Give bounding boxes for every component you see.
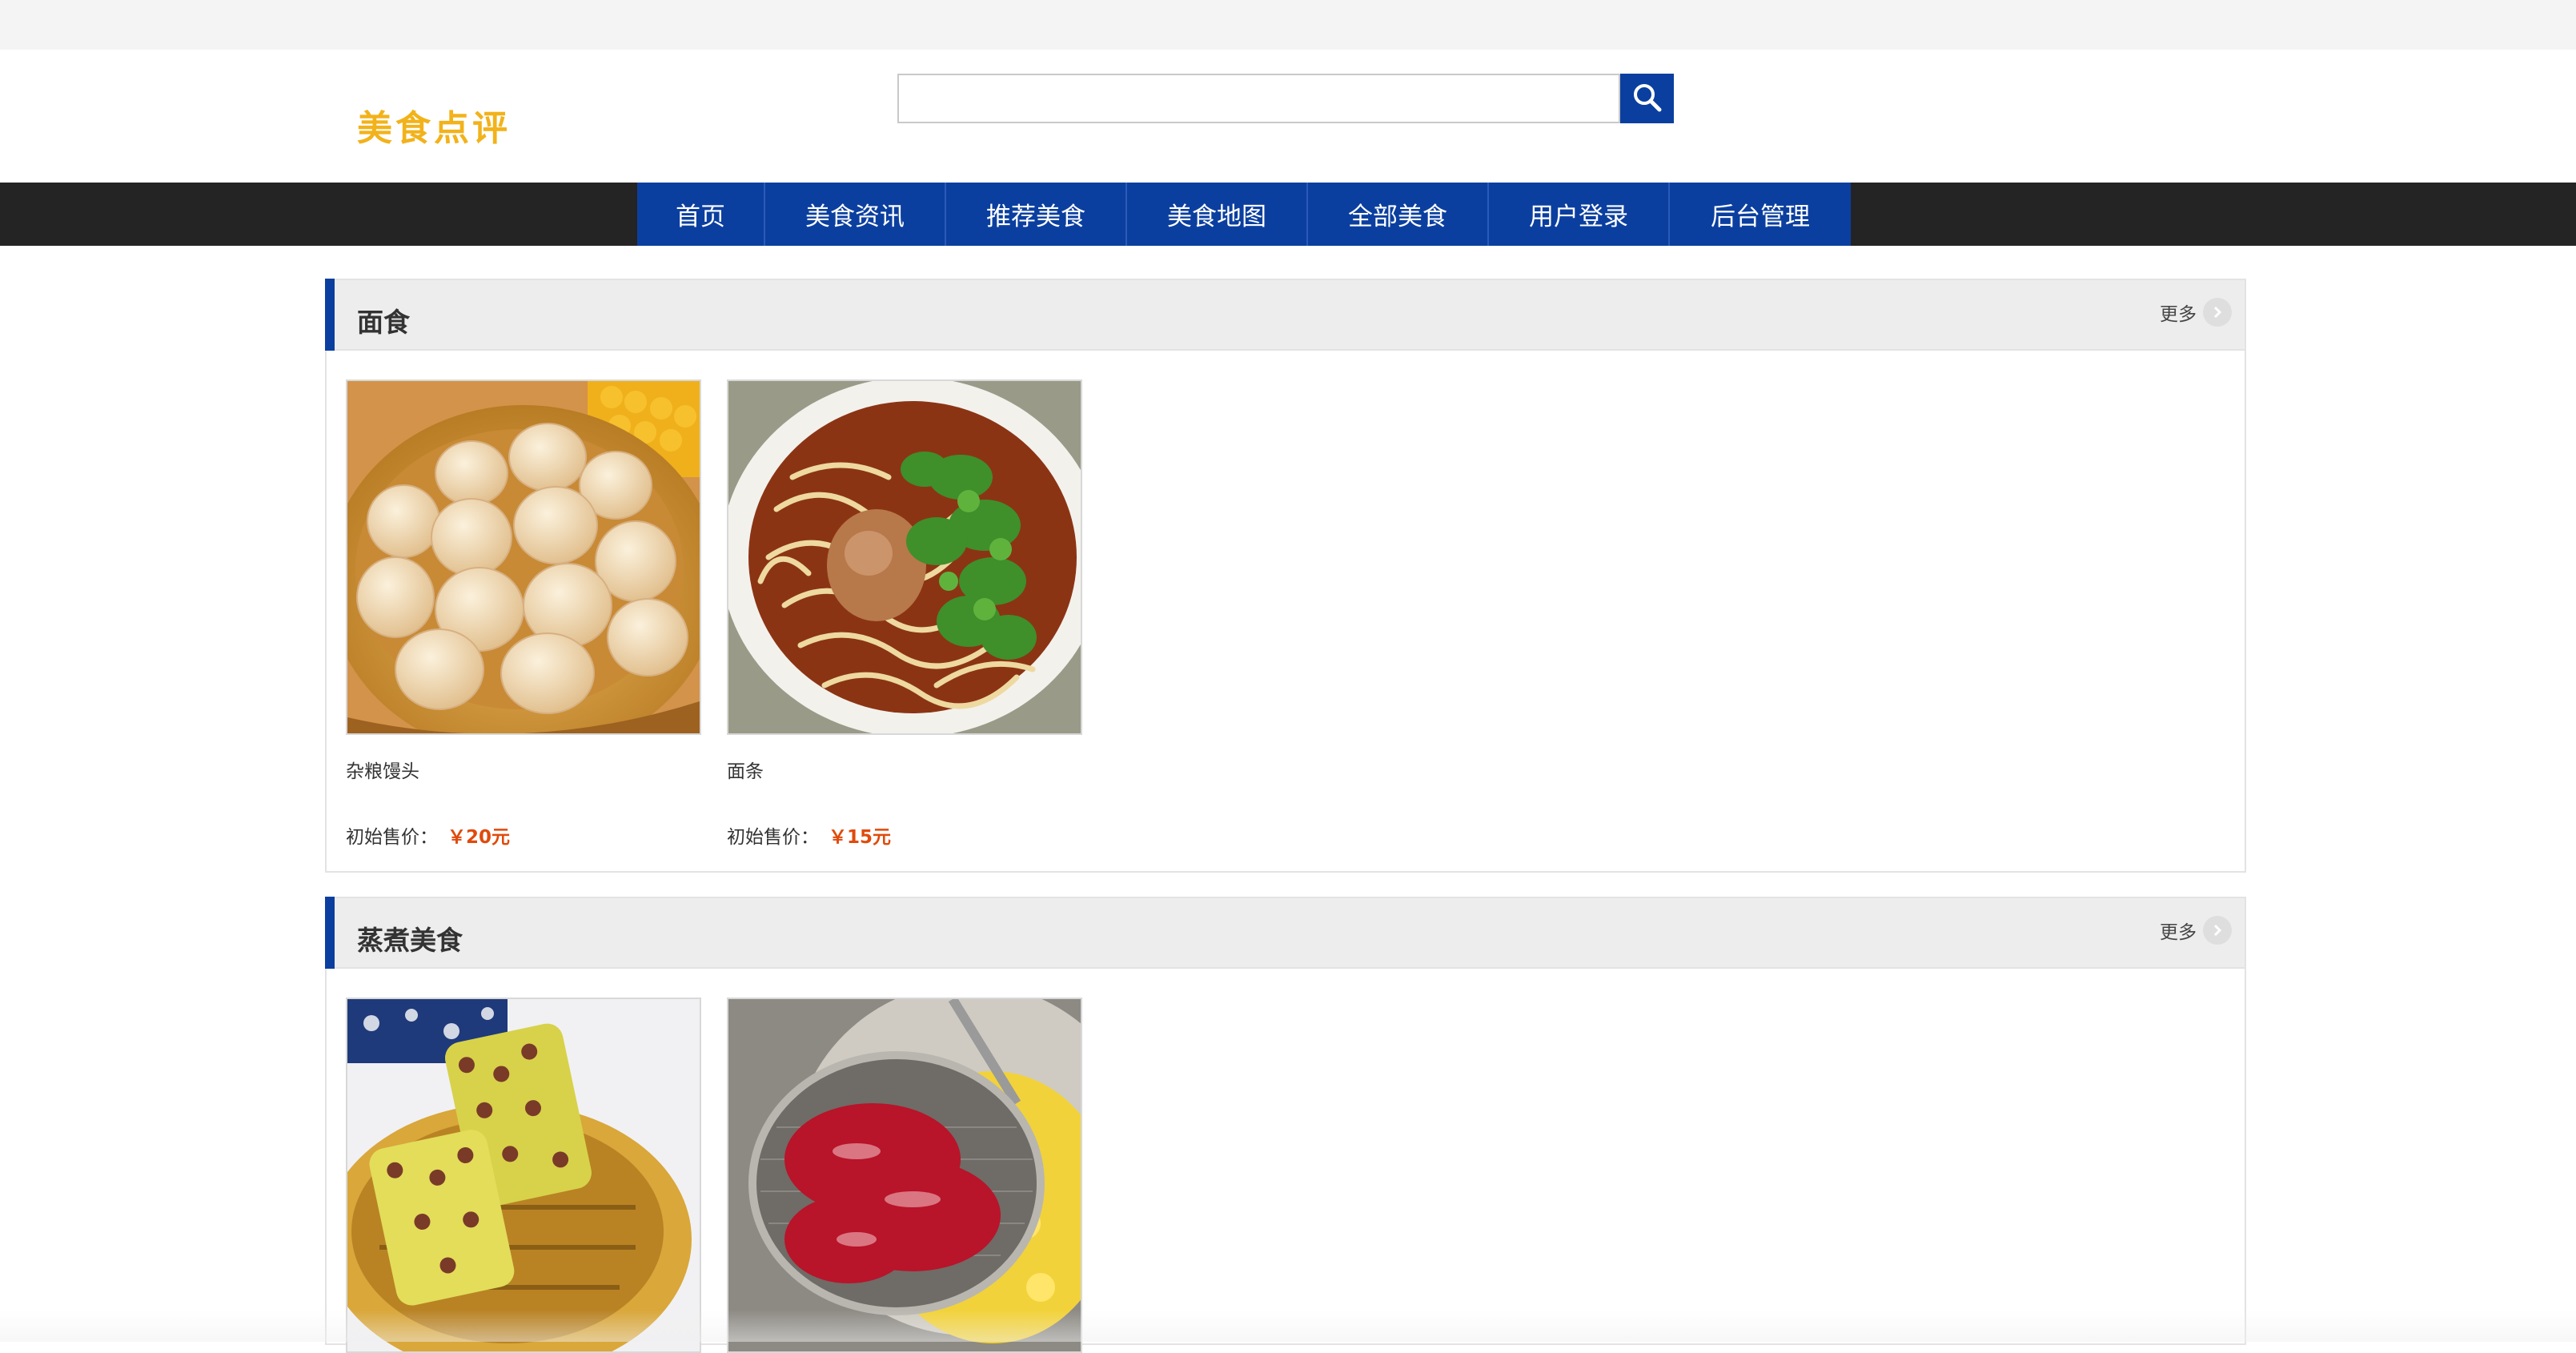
food-price: 初始售价： ￥15元	[727, 821, 1082, 849]
nav-admin[interactable]: 后台管理	[1670, 183, 1851, 246]
price-label: 初始售价：	[346, 827, 438, 848]
nav-food-map[interactable]: 美食地图	[1127, 183, 1308, 246]
nav-all-food[interactable]: 全部美食	[1308, 183, 1489, 246]
top-strip	[0, 0, 2576, 50]
chevron-right-icon	[2203, 916, 2232, 945]
section-header: 蒸煮美食 更多	[325, 897, 2245, 969]
chevron-right-icon	[2203, 298, 2232, 327]
section-accent-bar	[325, 279, 335, 351]
nav-user-login[interactable]: 用户登录	[1489, 183, 1670, 246]
search-input[interactable]	[897, 74, 1620, 123]
nav-recommended-food[interactable]: 推荐美食	[946, 183, 1127, 246]
search-button[interactable]	[1620, 74, 1674, 123]
section-steamed-boiled-food: 蒸煮美食 更多	[325, 897, 2246, 1353]
more-link[interactable]: 更多	[2160, 298, 2232, 327]
price-value: ￥15元	[829, 827, 892, 848]
food-name[interactable]: 杂粮馒头	[346, 756, 701, 783]
food-image-noodles[interactable]	[727, 379, 1082, 735]
price-label: 初始售价：	[727, 827, 819, 848]
food-card: 面条 初始售价： ￥15元	[727, 379, 1082, 849]
section-accent-bar	[325, 897, 335, 969]
section-title: 面食	[357, 307, 410, 338]
food-image-steamed-corn[interactable]	[346, 998, 701, 1353]
section-title: 蒸煮美食	[357, 925, 463, 956]
more-label: 更多	[2160, 304, 2197, 325]
food-name[interactable]: 面条	[727, 756, 1082, 783]
site-logo[interactable]: 美食点评	[357, 99, 511, 151]
navigation-bar: 首页 美食资讯 推荐美食 美食地图 全部美食 用户登录 后台管理	[0, 183, 2576, 246]
bottom-fade	[0, 1310, 2576, 1342]
main-nav: 首页 美食资讯 推荐美食 美食地图 全部美食 用户登录 后台管理	[637, 183, 1851, 246]
price-value: ￥20元	[447, 827, 511, 848]
food-card	[727, 998, 1082, 1353]
more-link[interactable]: 更多	[2160, 916, 2232, 945]
section-header: 面食 更多	[325, 279, 2245, 351]
header: 美食点评	[0, 50, 2576, 183]
food-image-steamed-buns[interactable]	[346, 379, 701, 735]
nav-home[interactable]: 首页	[637, 183, 765, 246]
food-card: 杂粮馒头 初始售价： ￥20元	[346, 379, 701, 849]
section-noodles: 面食 更多 杂粮馒头 初始售价： ￥20元 面条 初始售价： ￥15元	[325, 279, 2246, 873]
more-label: 更多	[2160, 922, 2197, 943]
food-image-boiled-meat[interactable]	[727, 998, 1082, 1353]
nav-food-news[interactable]: 美食资讯	[765, 183, 946, 246]
search-icon	[1631, 82, 1663, 116]
food-card	[346, 998, 701, 1353]
food-price: 初始售价： ￥20元	[346, 821, 701, 849]
